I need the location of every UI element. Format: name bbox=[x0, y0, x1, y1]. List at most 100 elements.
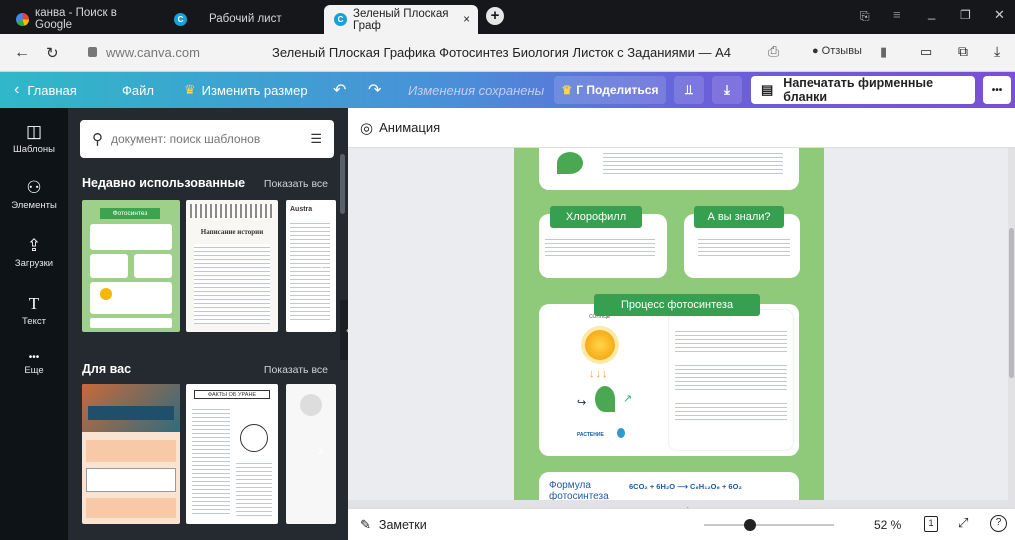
recent-template-thumb[interactable]: Написание истории bbox=[186, 200, 278, 332]
rail-more[interactable]: ••• Еще bbox=[0, 352, 68, 376]
tab-worksheet[interactable]: C Рабочий лист bbox=[164, 6, 314, 32]
zoom-slider[interactable] bbox=[704, 519, 834, 531]
foryou-template-thumb[interactable] bbox=[286, 384, 336, 524]
canva-icon: C bbox=[334, 13, 347, 26]
editor-toolbar: ◎ Анимация bbox=[348, 108, 1015, 148]
back-icon[interactable]: ← bbox=[14, 44, 30, 62]
scroll-thumb[interactable] bbox=[1009, 228, 1014, 378]
formula-equation: 6CO₂ + 6H₂O ⟶ C₆H₁₂O₆ + 6O₂ bbox=[629, 482, 742, 491]
menu-icon[interactable]: ≡ bbox=[893, 7, 901, 22]
share-label: Г Поделиться bbox=[576, 83, 659, 97]
process-text bbox=[675, 328, 787, 352]
battery-icon[interactable]: ▭ bbox=[920, 44, 932, 60]
bottom-bar: ✎ Заметки 52 % 1 ⤢ ? bbox=[348, 508, 1015, 540]
rail-label: Элементы bbox=[11, 200, 57, 211]
fullscreen-icon[interactable]: ⤢ bbox=[958, 515, 968, 531]
bookmark-icon[interactable]: ▮ bbox=[880, 44, 887, 60]
side-rail: ◫ Шаблоны ⚇ Элементы ⇪ Загрузки T Текст … bbox=[0, 108, 68, 540]
filter-icon[interactable]: ☰ bbox=[310, 131, 322, 147]
recent-section-title: Недавно использованные bbox=[82, 176, 246, 190]
foryou-template-thumb[interactable]: ФАКТЫ ОБ УРАНЕ bbox=[186, 384, 278, 524]
crown-icon: ♛ bbox=[561, 83, 573, 97]
process-label[interactable]: Процесс фотосинтеза bbox=[594, 294, 760, 316]
chlorophyll-text bbox=[545, 236, 655, 258]
insights-icon[interactable]: ⫫ bbox=[674, 76, 704, 104]
address-bar: ← ↻ www.canva.com Зеленый Плоская График… bbox=[0, 34, 1015, 72]
rail-label: Шаблоны bbox=[12, 144, 55, 155]
did-you-know-label[interactable]: А вы знали? bbox=[694, 206, 784, 228]
extension-icon[interactable]: ⧉ bbox=[958, 43, 968, 60]
foryou-template-thumb[interactable] bbox=[82, 384, 180, 524]
search-icon: ⚲ bbox=[92, 131, 103, 148]
animation-label: Анимация bbox=[379, 120, 441, 135]
fact-text bbox=[698, 236, 790, 258]
translate-icon[interactable]: ⎙ bbox=[768, 43, 779, 60]
rail-elements[interactable]: ⚇ Элементы bbox=[0, 178, 68, 211]
thumb-title: Написание истории bbox=[200, 228, 264, 236]
tab-active-canva[interactable]: C Зеленый Плоская Граф × bbox=[324, 5, 478, 34]
download-icon[interactable]: ⤓ bbox=[712, 76, 742, 104]
minimize-icon[interactable]: _ bbox=[928, 5, 935, 20]
redo-icon[interactable]: ↷ bbox=[368, 72, 381, 108]
templates-panel: ⚲ ☰ Недавно использованные Показать все … bbox=[68, 108, 348, 540]
design-workspace: Хлорофилл А вы знали? СОЛНЦЕ ↓↓↓ ↪ ↗ РАС… bbox=[348, 148, 1008, 508]
search-input[interactable] bbox=[111, 132, 301, 146]
planet-icon bbox=[240, 424, 268, 452]
panel-scrollbar[interactable] bbox=[340, 154, 345, 214]
show-all-foryou-link[interactable]: Показать все bbox=[264, 364, 328, 376]
canva-icon: C bbox=[174, 12, 187, 26]
elements-icon: ⚇ bbox=[26, 178, 42, 197]
horizontal-scrollbar[interactable] bbox=[348, 500, 1008, 508]
vertical-scrollbar[interactable] bbox=[1008, 148, 1015, 508]
animation-icon: ◎ bbox=[360, 119, 374, 137]
show-all-recent-link[interactable]: Показать все bbox=[264, 178, 328, 190]
url-text[interactable]: www.canva.com bbox=[106, 45, 200, 60]
more-icon: ••• bbox=[28, 352, 40, 363]
page-count-button[interactable]: 1 bbox=[924, 516, 938, 532]
bookmark-tabs-icon[interactable]: ⎘ bbox=[860, 9, 870, 24]
thumb-lines bbox=[194, 244, 270, 324]
chlorophyll-label[interactable]: Хлорофилл bbox=[550, 206, 642, 228]
process-card[interactable]: СОЛНЦЕ ↓↓↓ ↪ ↗ РАСТЕНИЕ bbox=[539, 304, 799, 456]
undo-icon[interactable]: ↶ bbox=[333, 72, 346, 108]
restore-icon[interactable]: ❐ bbox=[960, 8, 971, 22]
more-options-button[interactable]: ••• bbox=[983, 76, 1011, 104]
templates-icon: ◫ bbox=[25, 122, 43, 141]
thumb-lines bbox=[290, 220, 330, 320]
resize-button[interactable]: ♛ Изменить размер bbox=[184, 72, 308, 108]
zoom-level[interactable]: 52 % bbox=[874, 518, 901, 532]
water-drop-icon bbox=[617, 428, 625, 438]
rail-templates[interactable]: ◫ Шаблоны bbox=[0, 122, 68, 155]
thumb-block bbox=[86, 498, 176, 518]
new-tab-button[interactable]: + bbox=[486, 7, 504, 25]
tab-google-search[interactable]: канва - Поиск в Google bbox=[6, 6, 156, 32]
notes-button[interactable]: ✎ Заметки bbox=[360, 517, 427, 533]
animation-button[interactable]: ◎ Анимация bbox=[360, 119, 440, 137]
download-icon[interactable]: ⤓ bbox=[994, 43, 1000, 60]
close-window-icon[interactable]: ✕ bbox=[994, 7, 1005, 23]
template-search[interactable]: ⚲ ☰ bbox=[80, 120, 334, 158]
reviews-button[interactable]: ● Отзывы bbox=[812, 45, 862, 57]
help-icon[interactable]: ? bbox=[990, 515, 1007, 532]
notes-label: Заметки bbox=[378, 518, 427, 532]
zoom-slider-thumb[interactable] bbox=[743, 519, 756, 531]
recent-template-thumb[interactable]: Austra bbox=[286, 200, 336, 332]
home-button[interactable]: ‹ Главная bbox=[14, 72, 77, 108]
chevron-right-icon[interactable]: › bbox=[318, 442, 323, 459]
chevron-right-icon[interactable]: › bbox=[318, 258, 323, 275]
google-icon bbox=[16, 12, 29, 26]
notes-icon: ✎ bbox=[360, 517, 371, 532]
canva-header: ‹ Главная Файл ♛ Изменить размер ↶ ↷ Изм… bbox=[0, 72, 1015, 108]
rail-uploads[interactable]: ⇪ Загрузки bbox=[0, 236, 68, 269]
share-button[interactable]: ♛ Г Поделиться bbox=[554, 76, 666, 104]
design-page[interactable]: Хлорофилл А вы знали? СОЛНЦЕ ↓↓↓ ↪ ↗ РАС… bbox=[514, 148, 824, 508]
rail-text[interactable]: T Текст bbox=[0, 294, 68, 327]
reload-icon[interactable]: ↻ bbox=[46, 44, 59, 62]
recent-template-thumb[interactable]: Фотосинтез bbox=[82, 200, 180, 332]
resize-label: Изменить размер bbox=[201, 82, 308, 98]
file-menu[interactable]: Файл bbox=[122, 72, 154, 108]
print-button[interactable]: ▤ Напечатать фирменные бланки bbox=[751, 76, 975, 104]
intro-card[interactable] bbox=[539, 148, 799, 190]
reviews-label: Отзывы bbox=[821, 45, 862, 57]
close-tab-icon[interactable]: × bbox=[463, 14, 470, 26]
